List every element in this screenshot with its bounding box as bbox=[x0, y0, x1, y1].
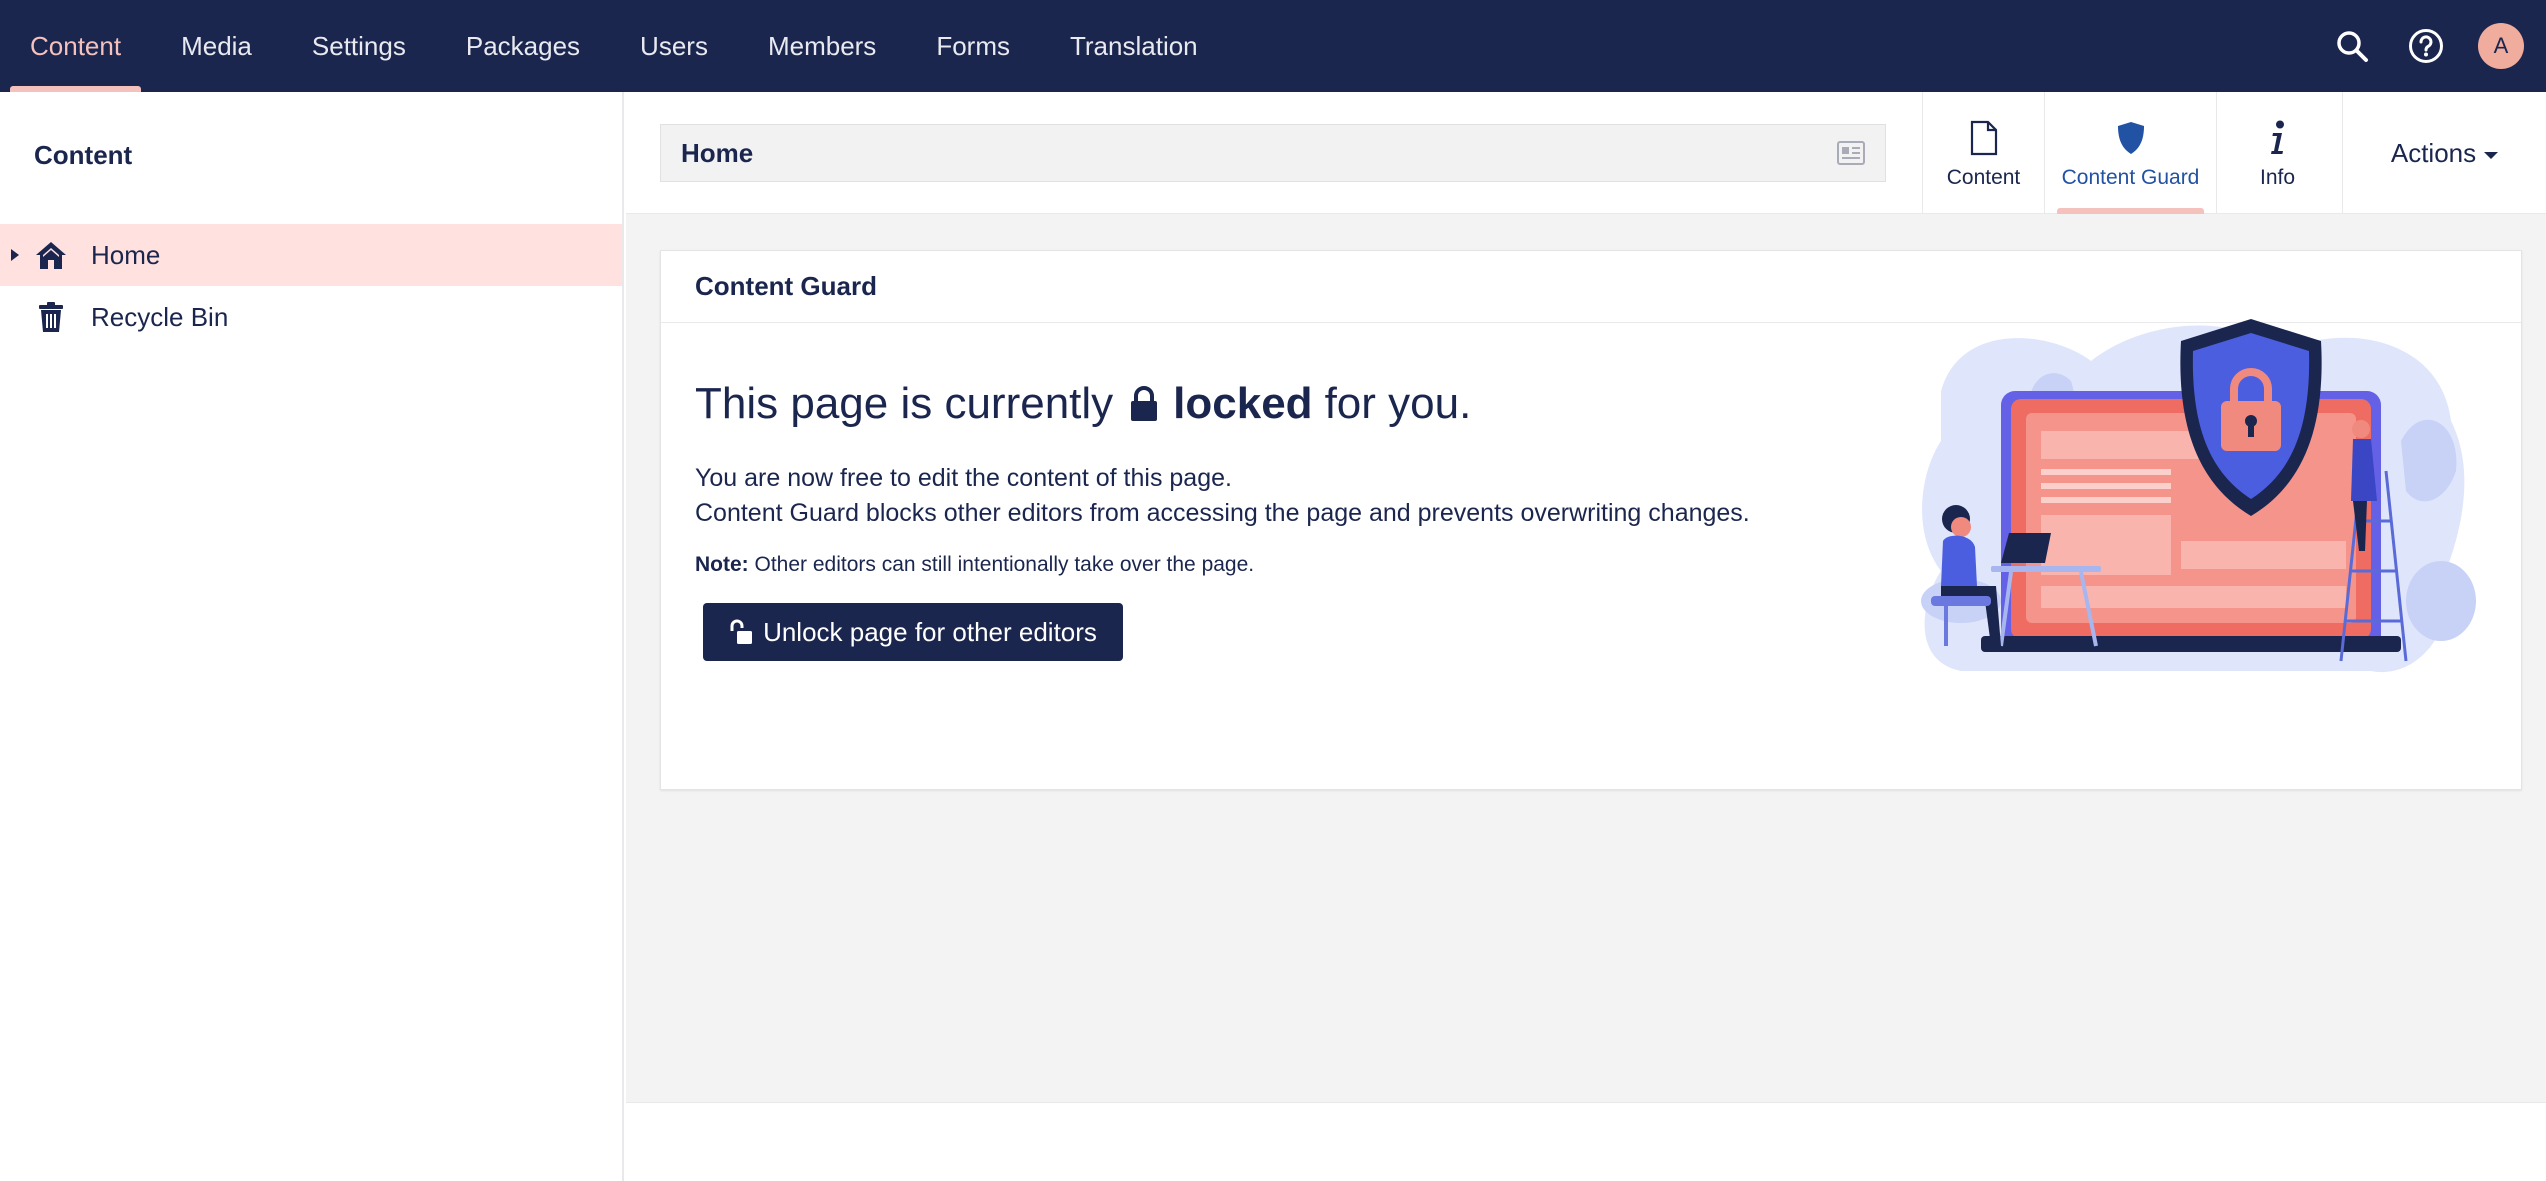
sidebar-title: Content bbox=[34, 140, 133, 170]
home-icon bbox=[34, 238, 68, 272]
info-icon bbox=[2268, 116, 2288, 160]
node-name-value: Home bbox=[681, 137, 754, 168]
tab-label: Content Guard bbox=[2061, 166, 2200, 189]
tree-item-home[interactable]: Home bbox=[0, 224, 622, 286]
shield-icon bbox=[2117, 116, 2145, 160]
content-guard-panel: Content Guard This page is currently loc… bbox=[660, 250, 2522, 790]
headline-text-after: for you. bbox=[1324, 379, 1472, 428]
guard-description: You are now free to edit the content of … bbox=[695, 461, 1750, 531]
unlock-button-label: Unlock page for other editors bbox=[763, 616, 1097, 647]
user-avatar[interactable]: A bbox=[2478, 23, 2524, 69]
section-content[interactable]: Content bbox=[0, 0, 151, 92]
document-icon bbox=[1970, 116, 1998, 160]
tree-item-label: Home bbox=[91, 239, 161, 270]
headline-text-before: This page is currently bbox=[695, 379, 1114, 428]
section-settings[interactable]: Settings bbox=[282, 0, 436, 92]
search-icon[interactable] bbox=[2330, 24, 2374, 68]
caret-right-icon[interactable] bbox=[10, 224, 20, 286]
description-line-2: Content Guard blocks other editors from … bbox=[695, 499, 1750, 527]
editor-footer bbox=[626, 1102, 2546, 1181]
tab-label: Info bbox=[2259, 166, 2296, 189]
content-tree: Home Recycle Bin bbox=[0, 224, 622, 348]
guard-note: Note: Other editors can still intentiona… bbox=[695, 553, 1254, 577]
lock-icon bbox=[1129, 385, 1159, 423]
unlock-icon bbox=[729, 619, 753, 645]
tab-content[interactable]: Content bbox=[1922, 92, 2044, 214]
section-nav: Content Media Settings Packages Users Me… bbox=[0, 0, 1228, 92]
unlock-page-button[interactable]: Unlock page for other editors bbox=[703, 603, 1123, 661]
tree-item-recycle-bin[interactable]: Recycle Bin bbox=[0, 286, 622, 348]
tab-info[interactable]: Info bbox=[2216, 92, 2338, 214]
description-line-1: You are now free to edit the content of … bbox=[695, 464, 1232, 492]
section-packages[interactable]: Packages bbox=[436, 0, 610, 92]
document-type-icon[interactable] bbox=[1837, 141, 1865, 170]
help-icon[interactable] bbox=[2404, 24, 2448, 68]
security-illustration bbox=[1901, 301, 2481, 711]
tree-item-label: Recycle Bin bbox=[91, 301, 229, 332]
section-members[interactable]: Members bbox=[738, 0, 906, 92]
trash-icon bbox=[34, 300, 68, 334]
section-media[interactable]: Media bbox=[151, 0, 282, 92]
section-users[interactable]: Users bbox=[610, 0, 738, 92]
editor-app-tabs: Content Content Guard Info bbox=[1922, 92, 2338, 214]
actions-button[interactable]: Actions bbox=[2342, 92, 2546, 214]
section-forms[interactable]: Forms bbox=[906, 0, 1040, 92]
editor-main: Home Content Content Guard Info Actions … bbox=[626, 92, 2546, 1102]
node-name-field[interactable]: Home bbox=[660, 124, 1886, 182]
headline-locked-word: locked bbox=[1173, 379, 1313, 428]
lock-headline: This page is currently locked for you. bbox=[695, 379, 1471, 429]
content-tree-sidebar: Content Home Recycle Bin bbox=[0, 92, 624, 1181]
top-navigation-bar: Content Media Settings Packages Users Me… bbox=[0, 0, 2546, 92]
topbar-tools: A bbox=[2330, 0, 2524, 92]
actions-label: Actions bbox=[2390, 137, 2477, 168]
tab-content-guard[interactable]: Content Guard bbox=[2044, 92, 2216, 214]
note-label: Note: bbox=[695, 553, 749, 576]
section-translation[interactable]: Translation bbox=[1040, 0, 1228, 92]
tab-label: Content bbox=[1946, 166, 2021, 189]
editor-header: Home Content Content Guard Info Actions bbox=[626, 92, 2546, 214]
caret-down-icon bbox=[2484, 151, 2499, 159]
note-text: Other editors can still intentionally ta… bbox=[754, 553, 1255, 576]
